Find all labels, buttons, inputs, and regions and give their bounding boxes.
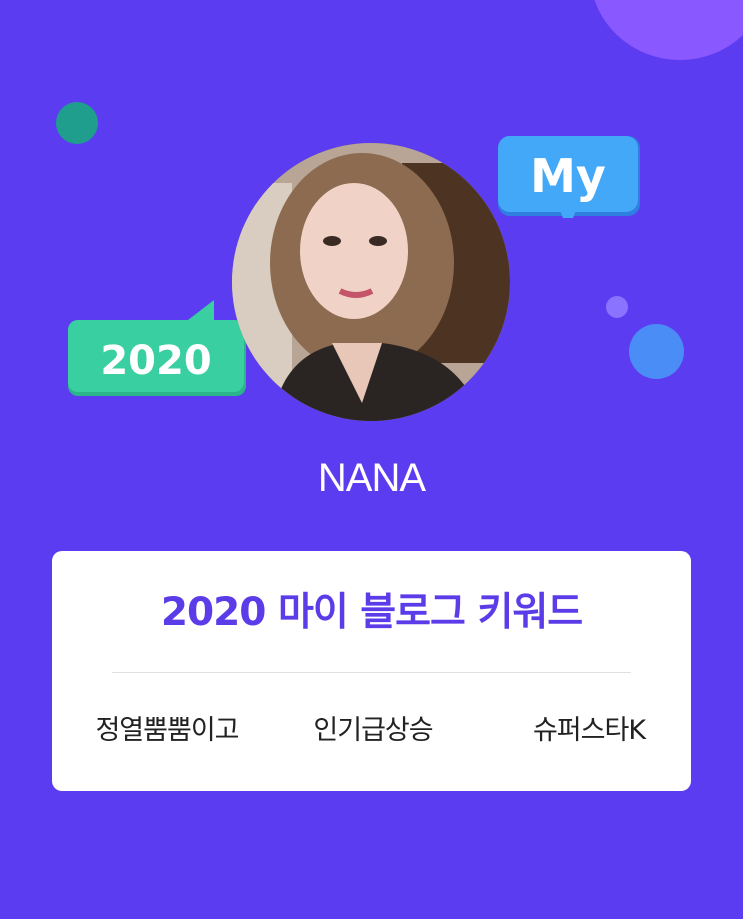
decorative-circle (590, 0, 743, 60)
blog-keyword-screen: My 2020 NANA 2020 마이 블로그 키워드 정열뿜뿜이고 인기급상… (0, 0, 743, 919)
keyword-item: 인기급상승 (313, 715, 433, 746)
keyword-card: 2020 마이 블로그 키워드 정열뿜뿜이고 인기급상승 슈퍼스타K (52, 551, 691, 791)
keyword-item: 슈퍼스타K (532, 715, 646, 746)
decorative-dot-small (606, 296, 628, 318)
decorative-dot (56, 102, 98, 144)
keyword-item: 정열뿜뿜이고 (95, 715, 239, 746)
year-badge-text: 2020 (100, 338, 211, 384)
my-speech-bubble: My (498, 136, 640, 218)
my-badge-text: My (530, 149, 606, 203)
year-speech-bubble: 2020 (68, 300, 246, 396)
profile-avatar (232, 143, 510, 421)
keyword-card-title: 2020 마이 블로그 키워드 (160, 590, 583, 635)
card-divider (112, 672, 631, 673)
profile-name: NANA (317, 456, 426, 500)
decorative-dot-blue (629, 324, 684, 379)
avatar-illustration (232, 143, 510, 421)
